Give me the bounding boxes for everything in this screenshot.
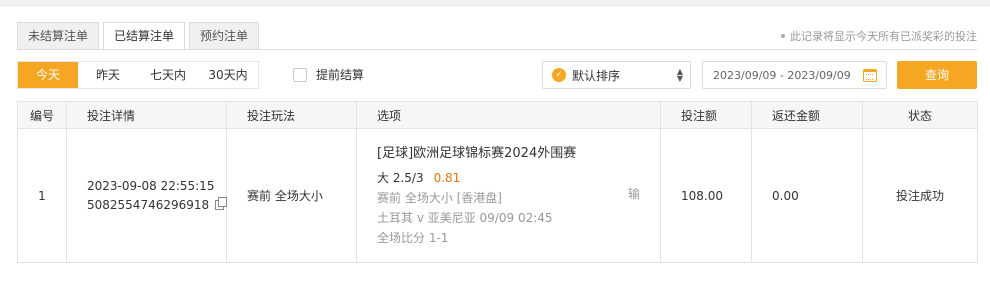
filter-yesterday[interactable]: 昨天 <box>78 62 138 88</box>
early-settle-toggle[interactable]: 提前结算 <box>293 66 364 83</box>
match-title: [足球]欧洲足球锦标赛2024外围赛 <box>377 146 577 161</box>
early-settle-label: 提前结算 <box>316 68 365 82</box>
cell-option: [足球]欧洲足球锦标赛2024外围赛 大 2.5/3 0.81 赛前 全场大小 [… <box>356 128 661 263</box>
score-line: 全场比分 1-1 <box>377 231 449 245</box>
table-header-row: 编号 投注详情 投注玩法 选项 投注额 返还金额 状态 <box>17 101 978 129</box>
query-button[interactable]: 查询 <box>897 61 977 89</box>
cell-returned: 0.00 <box>751 128 863 263</box>
col-header-play: 投注玩法 <box>226 101 357 129</box>
col-header-option: 选项 <box>356 101 661 129</box>
calendar-icon[interactable] <box>863 68 877 82</box>
sort-label: 默认排序 <box>572 68 621 83</box>
filter-thirty-days[interactable]: 30天内 <box>198 62 258 88</box>
tab-settled[interactable]: 已结算注单 <box>103 22 186 50</box>
tab-unsettled[interactable]: 未结算注单 <box>17 22 100 49</box>
date-range-text: 2023/09/09 - 2023/09/09 <box>713 68 851 82</box>
pick: 大 2.5/3 <box>377 171 424 185</box>
result-label: 输 <box>627 187 640 201</box>
cell-play: 赛前 全场大小 <box>226 128 357 263</box>
col-header-amount: 投注额 <box>660 101 752 129</box>
date-filter-group: 今天 昨天 七天内 30天内 <box>17 61 259 89</box>
cell-amount: 108.00 <box>660 128 752 263</box>
col-header-no: 编号 <box>17 101 67 129</box>
copy-icon[interactable] <box>215 196 228 210</box>
table-row: 1 2023-09-08 22:55:15 5082554746296918 赛… <box>17 128 978 263</box>
tab-reserved[interactable]: 预约注单 <box>189 22 260 49</box>
col-header-status: 状态 <box>862 101 978 129</box>
note-text: 此记录将显示今天所有已派奖彩的投注 <box>790 30 977 43</box>
cell-detail: 2023-09-08 22:55:15 5082554746296918 <box>66 128 228 263</box>
col-header-return: 返还金额 <box>751 101 863 129</box>
odds: 0.81 <box>433 171 461 185</box>
bullet-icon <box>781 34 785 38</box>
order-id-line: 5082554746296918 <box>87 196 228 215</box>
check-circle-icon: ✓ <box>552 68 566 82</box>
early-settle-checkbox[interactable] <box>293 67 307 82</box>
bet-table: 编号 投注详情 投注玩法 选项 投注额 返还金额 状态 1 2023-09-08… <box>17 101 978 263</box>
settled-note: 此记录将显示今天所有已派奖彩的投注 <box>781 28 977 44</box>
order-id: 5082554746296918 <box>87 197 210 212</box>
cell-no: 1 <box>17 128 67 263</box>
filter-today[interactable]: 今天 <box>18 62 78 88</box>
tab-divider <box>17 49 977 50</box>
updown-arrow-icon: ▲ ▼ <box>676 67 684 83</box>
date-range-picker[interactable]: 2023/09/09 - 2023/09/09 <box>702 61 887 89</box>
filter-seven-days[interactable]: 七天内 <box>138 62 198 88</box>
top-strip <box>0 0 990 6</box>
market-line: 赛前 全场大小 [香港盘] <box>377 191 502 205</box>
pick-line: 大 2.5/3 0.81 <box>377 168 660 188</box>
sort-select[interactable]: ✓ 默认排序 ▲ ▼ <box>542 61 691 89</box>
bet-time: 2023-09-08 22:55:15 <box>87 178 215 193</box>
col-header-detail: 投注详情 <box>66 101 227 129</box>
teams-line: 土耳其 v 亚美尼亚 09/09 02:45 <box>377 211 553 225</box>
cell-status: 投注成功 <box>862 128 978 263</box>
bet-tabs: 未结算注单 已结算注单 预约注单 <box>17 22 263 50</box>
